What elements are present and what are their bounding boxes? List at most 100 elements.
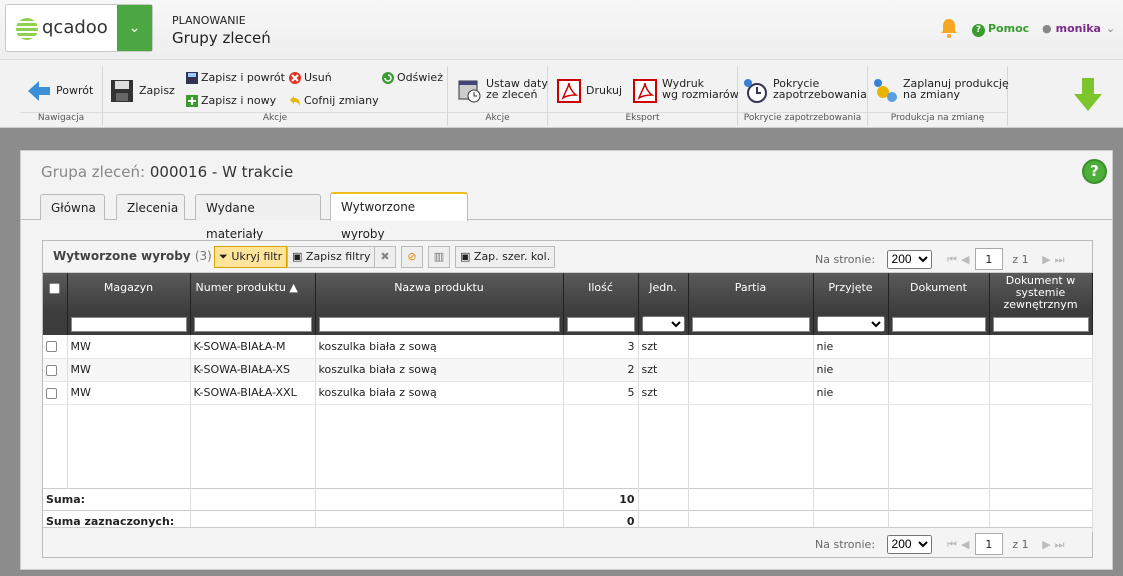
column-header-nazwa-produktu[interactable]: Nazwa produktu [315,273,564,313]
next-page-icon[interactable]: ▶ [1042,538,1050,551]
sum-row: Suma: 10 [43,487,1093,510]
ribbon-group-actions: Zapisz Zapisz i powrót Zapisz i nowy Usu… [103,66,448,126]
select-all-checkbox[interactable] [49,282,61,294]
page-input[interactable]: 1 [974,533,1003,555]
filter-magazyn-input[interactable] [70,316,187,332]
last-page-icon[interactable]: ⏭ [1055,538,1065,551]
refresh-button[interactable]: Odśwież [381,71,443,85]
app-logo[interactable]: qcadoo ⌄ [5,4,153,52]
first-page-icon[interactable]: ⏮ [947,253,957,266]
column-header-magazyn[interactable]: Magazyn [67,273,191,313]
column-header-przyjete[interactable]: Przyjęte [813,273,889,313]
cell-magazyn: MW [67,381,191,405]
save-back-label: Zapisz i powrót [201,71,285,84]
save-button[interactable]: Zapisz [109,78,175,104]
column-header-dokument-zewnetrzny[interactable]: Dokument w systemie zewnętrznym [989,273,1093,313]
pdf-icon [633,79,657,103]
next-page-icon[interactable]: ▶ [1042,253,1050,266]
per-page-select[interactable]: 200 [886,249,932,269]
filter-cell [315,313,564,335]
grid-table: Magazyn Numer produktu ▲ Nazwa produktu … [43,273,1093,532]
filter-dokument-input[interactable] [891,316,986,332]
column-header-jedn[interactable]: Jedn. [638,273,689,313]
filter-cell [888,313,990,335]
table-row[interactable]: MW K-SOWA-BIAŁA-XS koszulka biała z sową… [43,358,1093,382]
calendar-clock-icon [458,80,481,103]
hide-filter-button[interactable]: ⏷ Ukryj filtr [214,246,288,268]
column-header-partia[interactable]: Partia [688,273,814,313]
coverage-button[interactable]: Pokrycie zapotrzebowania [743,78,867,104]
filter-przyjete-select[interactable] [816,316,885,333]
floppy-disk-icon: ▣ [460,250,471,263]
ribbon-group-navigation: Powrót Nawigacja [20,66,103,126]
cell-dok-zew [989,381,1093,405]
first-page-icon[interactable]: ⏮ [947,538,957,551]
tab-glowna[interactable]: Główna [40,194,105,220]
close-icon: ✖ [380,250,390,263]
set-dates-label-2: ze zleceń [486,88,538,101]
set-dates-button[interactable]: Ustaw daty ze zleceń [456,78,548,104]
clear-filters-button[interactable]: ✖ [374,246,396,268]
pager-bottom: Na stronie: 200 ⏮ ◀ 1 z 1 ▶ ⏭ [815,533,1067,555]
help-label: Pomoc [988,22,1030,35]
grid-header: Wytworzone wyroby (3) ⏷ Ukryj filtr ▣ Za… [43,241,1092,273]
filter-numer-input[interactable] [193,316,312,332]
print-button[interactable]: Drukuj [556,78,622,104]
filter-jedn-select[interactable] [641,316,685,333]
help-link[interactable]: ? Pomoc [972,22,1029,37]
download-arrow-icon[interactable] [1073,78,1103,112]
plan-shifts-button[interactable]: Zaplanuj produkcję na zmiany [873,78,1009,104]
last-page-icon[interactable]: ⏭ [1055,253,1065,266]
cell-ilosc: 2 [563,358,639,382]
ribbon-toolbar: Powrót Nawigacja Zapisz Zapisz i powrót … [0,60,1123,128]
notifications-bell-icon[interactable] [940,18,958,38]
tab-wytworzone-wyroby[interactable]: Wytworzone wyroby [330,192,468,241]
reset-button[interactable]: ⊘ [401,246,423,268]
empty-space [43,404,1093,488]
row-select-cell [43,358,68,382]
tab-zlecenia[interactable]: Zlecenia [116,194,185,220]
print-label: Drukuj [586,84,623,97]
print-sizes-button[interactable]: Wydruk wg rozmiarów [632,78,739,104]
filter-nazwa-input[interactable] [318,316,560,332]
cell-dok-zew [989,335,1093,359]
per-page-select[interactable]: 200 [886,534,932,554]
floppy-disk-icon [111,80,133,102]
save-and-new-button[interactable]: Zapisz i nowy [185,94,276,108]
ribbon-group-actions-2: Ustaw daty ze zleceń Akcje [448,66,548,126]
page-input[interactable]: 1 [974,248,1003,270]
columns-button[interactable]: ▥ [428,246,450,268]
delete-button[interactable]: Usuń [288,71,332,85]
filter-cell [43,313,68,335]
save-and-back-button[interactable]: Zapisz i powrót [185,71,285,85]
tab-wydane-materialy[interactable]: Wydane materiały [195,194,321,241]
save-new-label: Zapisz i nowy [201,94,277,107]
column-header-ilosc[interactable]: Ilość [563,273,639,313]
undo-button[interactable]: Cofnij zmiany [288,94,379,108]
filter-ilosc-input[interactable] [566,316,635,332]
back-label: Powrót [56,84,94,97]
back-button[interactable]: Powrót [26,78,93,104]
user-menu[interactable]: ● monika ⌄ [1042,22,1115,35]
save-column-widths-button[interactable]: ▣ Zap. szer. kol. [455,246,556,268]
filter-cell [67,313,191,335]
column-header-dokument[interactable]: Dokument [888,273,990,313]
row-checkbox[interactable] [46,364,57,376]
column-header-numer-produktu[interactable]: Numer produktu ▲ [190,273,316,313]
select-all-header [43,273,68,313]
table-row[interactable]: MW K-SOWA-BIAŁA-XXL koszulka biała z sow… [43,381,1093,405]
filter-partia-input[interactable] [691,316,810,332]
ribbon-group-label: Nawigacja [20,112,102,126]
table-row[interactable]: MW K-SOWA-BIAŁA-M koszulka biała z sową … [43,335,1093,359]
help-icon[interactable]: ? [1082,159,1107,184]
main-menu-button[interactable]: ⌄ [117,5,152,51]
row-checkbox[interactable] [46,341,57,353]
save-new-icon [186,95,198,107]
cell-ilosc: 5 [563,381,639,405]
row-checkbox[interactable] [46,387,57,399]
save-filters-button[interactable]: ▣ Zapisz filtry [287,246,376,268]
prev-page-icon[interactable]: ◀ [961,538,969,551]
ribbon-group-export: Drukuj Wydruk wg rozmiarów Eksport [548,66,739,126]
filter-dok-zew-input[interactable] [992,316,1089,332]
prev-page-icon[interactable]: ◀ [961,253,969,266]
